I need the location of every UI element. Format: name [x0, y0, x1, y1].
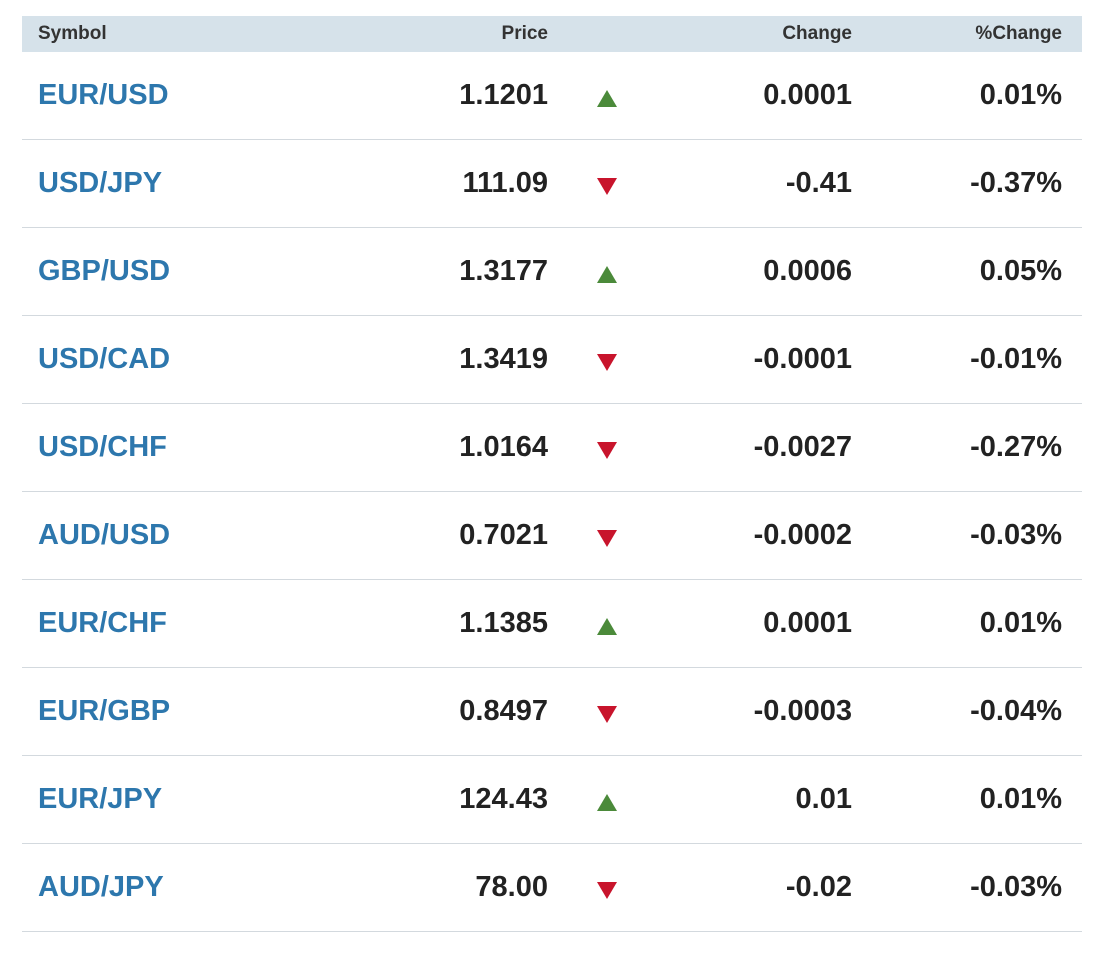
direction-cell	[548, 84, 666, 107]
change-value: 0.0001	[763, 607, 852, 639]
triangle-down-icon	[597, 442, 617, 459]
change-value: -0.0002	[753, 519, 852, 551]
table-row[interactable]: GBP/USD 1.3177 0.0006 0.05%	[22, 228, 1082, 316]
pct-change-value: -0.01%	[970, 343, 1062, 375]
pct-change-value: -0.27%	[970, 431, 1062, 463]
symbol-link[interactable]: EUR/USD	[22, 79, 352, 112]
symbol-link[interactable]: GBP/USD	[22, 255, 352, 288]
price-value: 1.1201	[459, 79, 548, 111]
triangle-up-icon	[597, 618, 617, 635]
table-row[interactable]: EUR/GBP 0.8497 -0.0003 -0.04%	[22, 668, 1082, 756]
table-row[interactable]: USD/JPY 111.09 -0.41 -0.37%	[22, 140, 1082, 228]
price-value: 78.00	[475, 871, 548, 903]
pct-change-value: -0.04%	[970, 695, 1062, 727]
symbol-link[interactable]: EUR/GBP	[22, 695, 352, 728]
price-value: 124.43	[459, 783, 548, 815]
change-value: 0.0001	[763, 79, 852, 111]
header-pct-change[interactable]: %Change	[852, 23, 1062, 45]
direction-cell	[548, 612, 666, 635]
pct-change-value: -0.03%	[970, 519, 1062, 551]
triangle-up-icon	[597, 266, 617, 283]
table-row[interactable]: EUR/CHF 1.1385 0.0001 0.01%	[22, 580, 1082, 668]
price-value: 1.3177	[459, 255, 548, 287]
table-row[interactable]: AUD/JPY 78.00 -0.02 -0.03%	[22, 844, 1082, 932]
pct-change-value: -0.37%	[970, 167, 1062, 199]
table-header: Symbol Price Change %Change	[22, 16, 1082, 52]
price-value: 1.1385	[459, 607, 548, 639]
table-row[interactable]: EUR/USD 1.1201 0.0001 0.01%	[22, 52, 1082, 140]
triangle-up-icon	[597, 90, 617, 107]
direction-cell	[548, 700, 666, 723]
change-value: -0.0003	[753, 695, 852, 727]
triangle-down-icon	[597, 354, 617, 371]
direction-cell	[548, 524, 666, 547]
symbol-link[interactable]: USD/CAD	[22, 343, 352, 376]
symbol-link[interactable]: USD/CHF	[22, 431, 352, 464]
price-value: 1.0164	[459, 431, 548, 463]
change-value: -0.41	[785, 167, 852, 199]
table-row[interactable]: EUR/JPY 124.43 0.01 0.01%	[22, 756, 1082, 844]
table-row[interactable]: USD/CHF 1.0164 -0.0027 -0.27%	[22, 404, 1082, 492]
direction-cell	[548, 348, 666, 371]
symbol-link[interactable]: EUR/JPY	[22, 783, 352, 816]
change-value: -0.02	[785, 871, 852, 903]
quotes-table: Symbol Price Change %Change EUR/USD 1.120…	[22, 16, 1082, 932]
pct-change-value: 0.01%	[979, 783, 1062, 815]
price-value: 1.3419	[459, 343, 548, 375]
price-value: 0.8497	[459, 695, 548, 727]
table-row[interactable]: AUD/USD 0.7021 -0.0002 -0.03%	[22, 492, 1082, 580]
table-row[interactable]: USD/CAD 1.3419 -0.0001 -0.01%	[22, 316, 1082, 404]
direction-cell	[548, 260, 666, 283]
triangle-down-icon	[597, 178, 617, 195]
triangle-down-icon	[597, 530, 617, 547]
pct-change-value: 0.01%	[979, 79, 1062, 111]
header-symbol[interactable]: Symbol	[22, 23, 352, 45]
direction-cell	[548, 436, 666, 459]
change-value: 0.0006	[763, 255, 852, 287]
price-value: 111.09	[462, 167, 549, 199]
header-price[interactable]: Price	[352, 23, 548, 45]
table-body: EUR/USD 1.1201 0.0001 0.01% USD/JPY 111.09 -0.…	[22, 52, 1082, 932]
symbol-link[interactable]: AUD/JPY	[22, 871, 352, 904]
change-value: -0.0027	[753, 431, 852, 463]
symbol-link[interactable]: USD/JPY	[22, 167, 352, 200]
price-value: 0.7021	[459, 519, 548, 551]
pct-change-value: 0.01%	[979, 607, 1062, 639]
change-value: 0.01	[795, 783, 852, 815]
symbol-link[interactable]: AUD/USD	[22, 519, 352, 552]
change-value: -0.0001	[753, 343, 852, 375]
triangle-down-icon	[597, 882, 617, 899]
direction-cell	[548, 788, 666, 811]
triangle-down-icon	[597, 706, 617, 723]
symbol-link[interactable]: EUR/CHF	[22, 607, 352, 640]
header-change[interactable]: Change	[666, 23, 852, 45]
pct-change-value: -0.03%	[970, 871, 1062, 903]
pct-change-value: 0.05%	[979, 255, 1062, 287]
triangle-up-icon	[597, 794, 617, 811]
direction-cell	[548, 172, 666, 195]
direction-cell	[548, 876, 666, 899]
